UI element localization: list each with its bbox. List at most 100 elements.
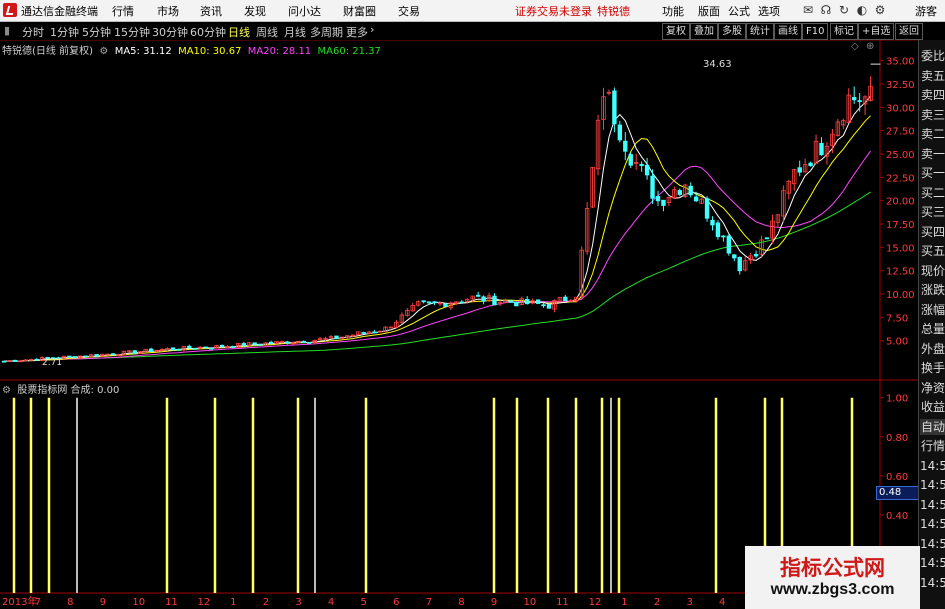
overlay-button[interactable]: 叠加: [690, 23, 718, 40]
candle-body: [334, 335, 339, 340]
side-panel-item[interactable]: 卖二: [920, 126, 945, 142]
candle-body: [726, 235, 732, 254]
candle-body: [797, 167, 802, 173]
login-notice[interactable]: 证券交易未登录: [515, 3, 592, 19]
menu-news[interactable]: 资讯: [200, 3, 222, 19]
side-panel-item[interactable]: 净资: [920, 380, 945, 396]
side-panel-item[interactable]: 自动: [920, 418, 945, 435]
menu-market[interactable]: 市场: [157, 3, 179, 19]
tab-period-more[interactable]: 更多: [346, 24, 368, 40]
side-panel-item[interactable]: 现价: [920, 263, 945, 279]
side-panel-item[interactable]: 卖四: [920, 87, 945, 103]
gear-icon[interactable]: ⚙: [96, 46, 111, 57]
side-panel-item[interactable]: 14:50: [920, 458, 945, 474]
menu-discover[interactable]: 发现: [244, 3, 266, 19]
menu-ask-xiaoda[interactable]: 问小达: [288, 3, 321, 19]
date-tick-label-20: 2: [654, 597, 660, 608]
refresh-icon[interactable]: ↻: [836, 2, 852, 18]
candle-body: [541, 304, 546, 307]
side-panel-item[interactable]: 买五: [920, 243, 945, 259]
candle-body: [650, 175, 655, 199]
side-panel-item[interactable]: 卖五: [920, 68, 945, 84]
menu-wealth-circle[interactable]: 财富圈: [343, 3, 376, 19]
side-panel-item[interactable]: 买一: [920, 165, 945, 181]
side-panel-item[interactable]: 换手: [920, 360, 945, 376]
f10-button[interactable]: F10: [802, 23, 829, 40]
price-axis: 35.00 32.50 30.00 27.50 25.00 22.50 20.00 17.50…: [880, 57, 915, 348]
side-panel-item[interactable]: 卖一: [920, 146, 945, 162]
ma5-label: MA5: 31.12: [114, 46, 172, 57]
side-panel-item[interactable]: 14:50: [920, 497, 945, 513]
tab-period-timeshare[interactable]: 分时: [22, 24, 44, 40]
gear-icon[interactable]: ⚙: [2, 385, 14, 396]
menu-quotes[interactable]: 行情: [112, 3, 134, 19]
menu-functions[interactable]: 功能: [662, 3, 684, 19]
diamond-icon[interactable]: ◇: [851, 41, 859, 52]
multi-stock-button[interactable]: 多股: [718, 23, 746, 40]
side-panel-item[interactable]: 委比: [920, 48, 945, 64]
side-panel-item[interactable]: 总量: [920, 321, 945, 337]
guest-user[interactable]: 游客: [915, 3, 937, 19]
date-tick-label-11: 5: [361, 597, 367, 608]
add-watchlist-button[interactable]: +自选: [858, 23, 895, 40]
date-tick-label-2: 8: [67, 597, 73, 608]
side-panel-item[interactable]: 卖三: [920, 107, 945, 123]
app-title: 通达信金融终端: [21, 5, 98, 18]
draw-line-button[interactable]: 画线: [774, 23, 802, 40]
message-icon[interactable]: ✉: [800, 2, 816, 18]
candle-body: [764, 237, 770, 240]
side-panel-item[interactable]: 14:50: [920, 477, 945, 493]
side-panel-item[interactable]: 外盘: [920, 341, 945, 357]
stock-name-link[interactable]: 特锐德: [597, 3, 630, 19]
side-panel-item[interactable]: 收益: [920, 399, 945, 415]
tab-period-multi[interactable]: 多周期: [310, 24, 343, 40]
side-panel-item[interactable]: 行情: [920, 438, 945, 454]
chevron-right-icon[interactable]: ›: [370, 23, 374, 36]
side-panel-item[interactable]: 买三: [920, 204, 945, 220]
tab-period-monthly[interactable]: 月线: [284, 24, 306, 40]
menu-trade[interactable]: 交易: [398, 3, 420, 19]
date-tick-label-5: 11: [165, 597, 178, 608]
candle-body: [72, 356, 78, 359]
menu-options[interactable]: 选项: [758, 3, 780, 19]
side-panel-item[interactable]: 涨跌: [920, 282, 945, 298]
statistics-button[interactable]: 统计: [746, 23, 774, 40]
candle-body: [688, 185, 693, 196]
tab-period-weekly[interactable]: 周线: [256, 24, 278, 40]
candle-body: [563, 296, 568, 301]
side-panel-item[interactable]: 买四: [920, 224, 945, 240]
candle-body: [372, 331, 377, 334]
menu-layout[interactable]: 版面: [698, 3, 720, 19]
tab-period-minute-chart[interactable]: ▮: [4, 24, 10, 37]
candle-body: [857, 100, 862, 102]
settings-icon[interactable]: ⚙: [872, 2, 888, 18]
headset-icon[interactable]: ☊: [818, 2, 834, 18]
date-axis: 2013年78910111212345678910111212345678: [2, 595, 856, 608]
main-info-line: 特锐德(日线 前复权) ⚙ MA5: 31.12 MA10: 30.67 MA2…: [2, 42, 381, 57]
tab-period-15min[interactable]: 15分钟: [114, 24, 150, 40]
side-panel-item[interactable]: 14:50: [920, 555, 945, 571]
ma-10-path: [3, 115, 871, 362]
side-panel-item[interactable]: 买二: [920, 185, 945, 201]
candle-body: [644, 164, 650, 176]
side-panel-item[interactable]: 涨幅: [920, 302, 945, 318]
tab-period-1min[interactable]: 1分钟: [50, 24, 79, 40]
tab-period-5min[interactable]: 5分钟: [82, 24, 111, 40]
tab-period-60min[interactable]: 60分钟: [190, 24, 226, 40]
mark-button[interactable]: 标记: [830, 23, 858, 40]
adjust-button[interactable]: 复权: [662, 23, 690, 40]
side-panel-item[interactable]: 14:50: [920, 536, 945, 552]
candle-body: [426, 301, 432, 304]
tab-period-30min[interactable]: 30分钟: [152, 24, 188, 40]
candle-body: [628, 154, 633, 166]
menu-formula[interactable]: 公式: [728, 3, 750, 19]
candle-body: [230, 346, 236, 348]
side-panel-item[interactable]: 14:50: [920, 516, 945, 532]
tab-period-daily[interactable]: 日线: [228, 24, 250, 40]
back-button[interactable]: 返回: [895, 23, 923, 40]
zoom-in-icon[interactable]: ⊕: [866, 41, 874, 52]
skin-icon[interactable]: ◐: [854, 2, 870, 18]
kline-chart-area[interactable]: 35.0032.5030.0027.5025.0022.5020.0017.50…: [0, 40, 918, 609]
side-panel-item[interactable]: 14:50: [920, 575, 945, 591]
candle-body: [475, 294, 481, 297]
